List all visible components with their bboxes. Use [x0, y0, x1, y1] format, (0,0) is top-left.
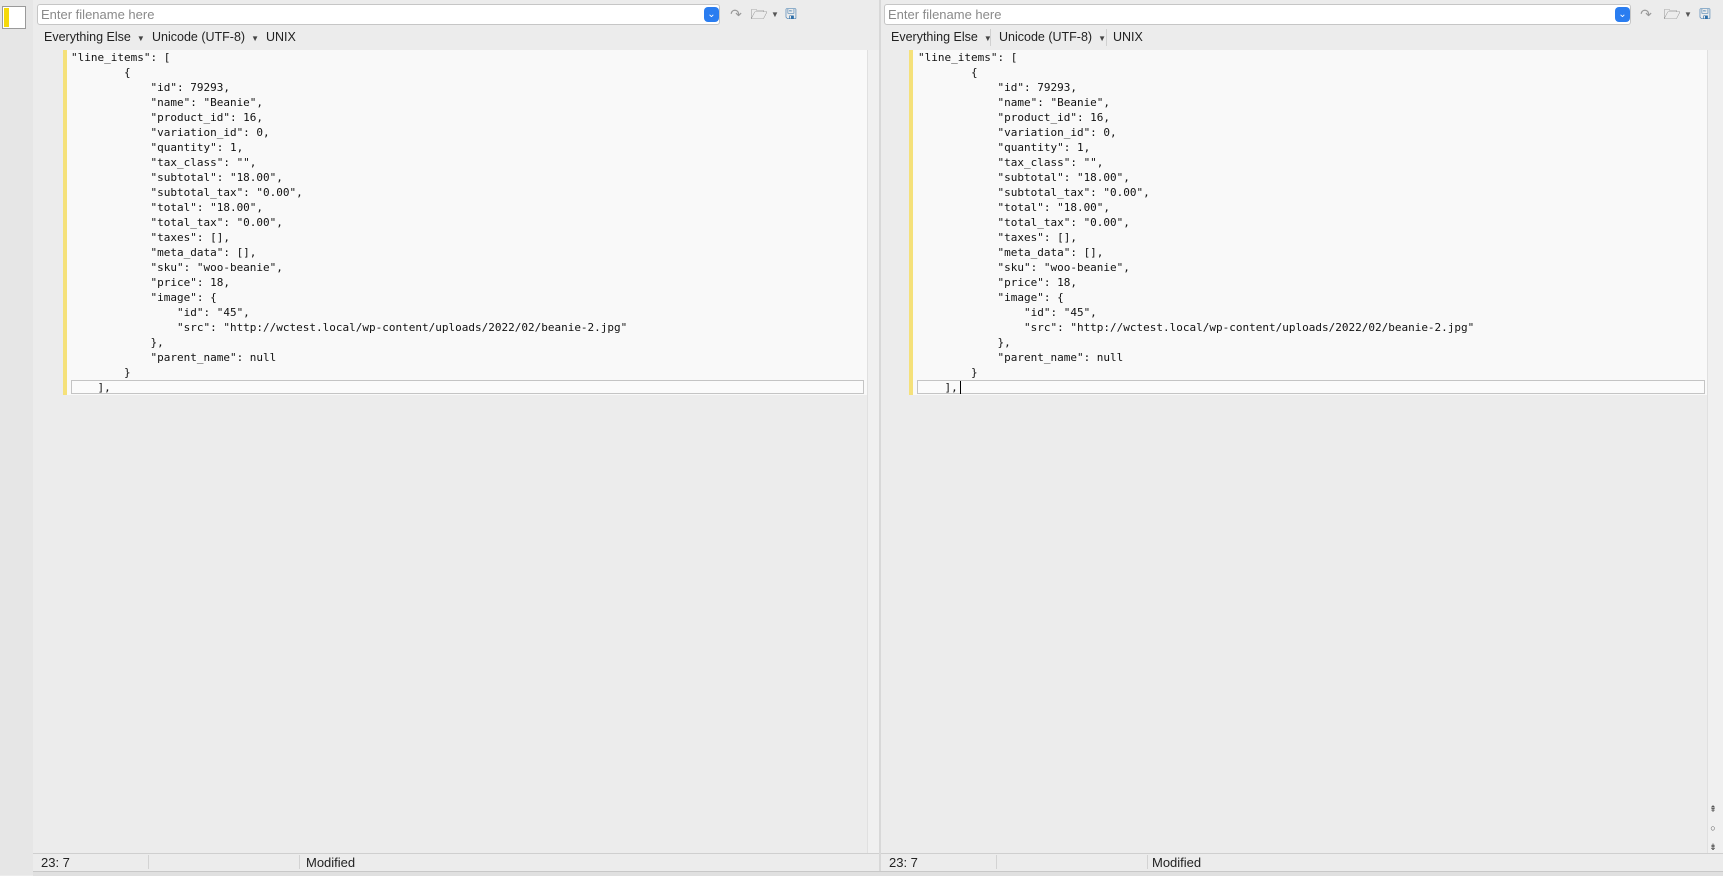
right-pane: ⌄ ↷ 🗁 ▼ 🖫 Everything Else▼ Unicode (UTF-…: [881, 0, 1723, 875]
right-mode-bar: Everything Else ▼ Unicode (UTF-8) ▼ UNIX: [881, 27, 1723, 48]
right-language-mode-menu[interactable]: Everything Else ▼: [891, 30, 992, 44]
left-filename-input[interactable]: [37, 4, 720, 25]
right-code-text[interactable]: "line_items": [ { "id": 79293, "name": "…: [918, 50, 1474, 395]
right-mode-divider: [1106, 29, 1107, 46]
folder-icon[interactable]: 🗁: [1662, 5, 1682, 24]
left-change-bar: [63, 50, 67, 395]
right-line-endings[interactable]: UNIX: [1113, 30, 1143, 44]
right-editor[interactable]: "line_items": [ { "id": 79293, "name": "…: [881, 50, 1707, 853]
right-modified-status: Modified: [1152, 855, 1202, 870]
right-change-bar: [909, 50, 913, 395]
navigate-center-icon[interactable]: ○: [1706, 819, 1720, 838]
chevron-down-icon: ▼: [136, 34, 145, 43]
left-modified-status: Modified: [306, 855, 356, 870]
navigation-controls: ⇞ ○ ⇟: [1706, 800, 1720, 857]
app-document-icon[interactable]: [2, 6, 26, 29]
back-arrow-icon[interactable]: ↷: [1636, 5, 1656, 24]
right-language-mode-label: Everything Else: [891, 30, 978, 44]
right-filename-bar: ⌄ ↷ 🗁 ▼ 🖫: [884, 4, 1723, 25]
left-status-bar: 23: 7 Modified: [33, 853, 881, 871]
navigate-up-icon[interactable]: ⇞: [1706, 800, 1720, 819]
left-language-mode-menu[interactable]: Everything Else ▼: [44, 30, 145, 44]
left-cursor-position: 23: 7: [41, 855, 70, 870]
right-status-divider: [996, 855, 997, 869]
right-vertical-scrollbar[interactable]: [1707, 50, 1723, 853]
floppy-disk-icon[interactable]: 🖫: [781, 5, 801, 24]
right-mode-divider: [990, 29, 991, 46]
left-filename-bar: ⌄ ↷ 🗁 ▼ 🖫: [37, 4, 881, 25]
left-encoding-menu[interactable]: Unicode (UTF-8) ▼: [152, 30, 259, 44]
left-gutter: [0, 0, 33, 875]
right-filename-input[interactable]: [884, 4, 1631, 25]
floppy-disk-icon[interactable]: 🖫: [1695, 5, 1715, 24]
chevron-down-icon[interactable]: ⌄: [1615, 7, 1630, 22]
left-pane: ⌄ ↷ 🗁 ▼ 🖫 Everything Else ▼ Unicode (UTF-…: [33, 0, 882, 875]
right-status-divider: [1147, 855, 1148, 869]
left-status-divider: [299, 855, 300, 869]
left-editor[interactable]: "line_items": [ { "id": 79293, "name": "…: [33, 50, 867, 853]
left-line-endings[interactable]: UNIX: [266, 30, 296, 44]
navigate-down-icon[interactable]: ⇟: [1706, 838, 1720, 857]
left-mode-bar: Everything Else ▼ Unicode (UTF-8) ▼ UNIX: [33, 27, 881, 48]
right-encoding-menu[interactable]: Unicode (UTF-8) ▼: [999, 30, 1106, 44]
right-cursor-position: 23: 7: [889, 855, 918, 870]
bottom-strip: [33, 871, 1723, 876]
open-menu-caret-icon[interactable]: ▼: [771, 10, 779, 19]
chevron-down-icon[interactable]: ⌄: [704, 7, 719, 22]
left-language-mode-label: Everything Else: [44, 30, 131, 44]
open-menu-caret-icon[interactable]: ▼: [1684, 10, 1692, 19]
folder-icon[interactable]: 🗁: [749, 5, 769, 24]
right-encoding-label: Unicode (UTF-8): [999, 30, 1093, 44]
back-arrow-icon[interactable]: ↷: [726, 5, 746, 24]
chevron-down-icon: ▼: [251, 34, 259, 43]
text-cursor: [960, 381, 961, 394]
left-status-divider: [148, 855, 149, 869]
left-code-text[interactable]: "line_items": [ { "id": 79293, "name": "…: [71, 50, 627, 395]
left-encoding-label: Unicode (UTF-8): [152, 30, 246, 44]
chevron-down-icon: ▼: [1098, 34, 1106, 43]
right-status-bar: 23: 7 Modified: [881, 853, 1723, 871]
